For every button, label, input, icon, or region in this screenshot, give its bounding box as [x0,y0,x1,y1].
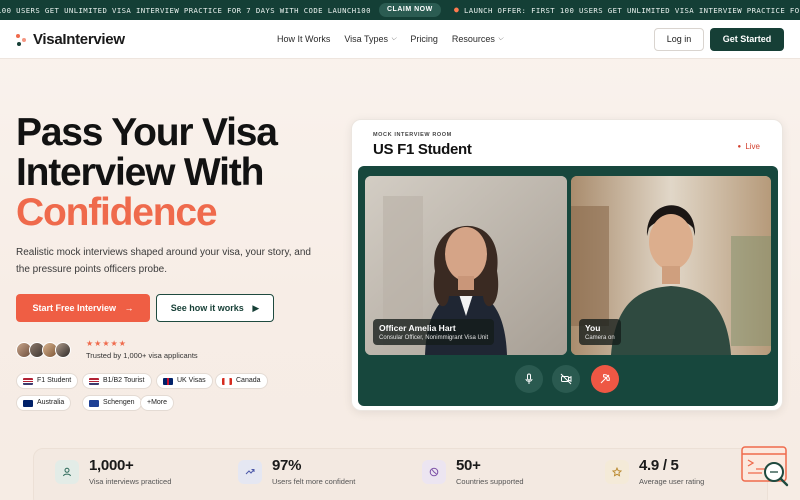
trusted-text: Trusted by 1,000+ visa applicants [86,351,198,360]
logo-text: VisaInterview [33,31,125,48]
officer-video-tile: Officer Amelia Hart Consular Officer, No… [365,176,567,355]
chip-more[interactable]: +More [140,395,175,411]
avatar [55,342,71,358]
nav-visa-types[interactable]: Visa Types ⌵ [344,34,396,44]
camera-toggle-button[interactable] [552,365,580,393]
camera-off-icon [560,373,572,385]
star-icon [605,460,629,484]
rating-stars: ★★★★★ [86,339,127,348]
chip-uk-visas[interactable]: UK Visas [156,373,213,389]
live-label: Live [745,142,760,151]
promo-text-secondary: LAUNCH OFFER: FIRST 100 USERS GET UNLIMI… [464,6,800,15]
nav-resources-label: Resources [451,34,495,44]
officer-name: Officer Amelia Hart [379,323,456,333]
card-title: US F1 Student [373,141,472,158]
nav-visa-types-label: Visa Types [344,34,389,44]
stat-rating: 4.9 / 5 Average user rating [605,457,704,486]
help-widget-button[interactable] [740,445,792,490]
chip-label: Schengen [103,399,135,406]
play-icon: ▶ [252,303,260,313]
nav-how-it-works[interactable]: How It Works [277,34,330,44]
phone-end-icon [600,374,610,384]
chip-label: UK Visas [177,377,206,384]
user-label: You Camera on [579,319,621,345]
start-free-interview-label: Start Free Interview [32,303,116,313]
see-how-label: See how it works [170,303,244,313]
stat-confidence: 97% Users felt more confident [238,457,355,486]
chevron-down-icon: ⌵ [497,35,504,42]
hero-line-3: Confidence [16,191,218,234]
chip-australia[interactable]: Australia [16,395,72,411]
user-video-tile: You Camera on [571,176,771,355]
hero-line-1: Pass Your Visa [16,111,278,154]
hero-heading: Pass Your Visa Interview With Confidence [16,111,278,234]
logo[interactable]: VisaInterview [16,31,125,48]
start-free-interview-button[interactable]: Start Free Interview → [16,294,150,322]
chip-b1b2-tourist[interactable]: B1/B2 Tourist [82,373,152,389]
stat-value: 1,000+ [89,457,134,474]
get-started-button[interactable]: Get Started [710,28,784,51]
user-icon [55,460,79,484]
chip-label: F1 Student [37,377,72,384]
card-eyebrow: MOCK INTERVIEW ROOM [373,132,452,138]
stats-strip: 1,000+ Visa interviews practiced 97% Users… [33,448,768,500]
top-nav: VisaInterview How It Works Visa Types ⌵ P… [0,20,800,59]
eu-flag-icon [89,399,99,407]
search-document-icon [741,446,789,487]
live-dot-icon: ● [737,144,742,150]
canada-flag-icon [222,377,232,385]
user-name: You [585,323,601,333]
officer-label: Officer Amelia Hart Consular Officer, No… [373,319,495,345]
nav-resources[interactable]: Resources ⌵ [452,34,503,44]
trending-up-icon [238,460,262,484]
mock-interview-card: MOCK INTERVIEW ROOM US F1 Student ● Live [351,119,783,411]
australia-flag-icon [23,399,33,407]
stat-value: 97% [272,457,302,474]
video-stage: Officer Amelia Hart Consular Officer, No… [358,166,778,406]
stat-label: Visa interviews practiced [89,477,172,486]
us-flag-icon [89,377,99,385]
bullet-icon: ● [454,5,460,14]
stat-label: Users felt more confident [272,477,356,486]
claim-now-button[interactable]: CLAIM NOW [379,3,441,17]
hero-subtitle: Realistic mock interviews shaped around … [16,247,311,275]
mic-button[interactable] [515,365,543,393]
user-status: Camera on [585,335,615,341]
stat-interviews: 1,000+ Visa interviews practiced [55,457,171,486]
chip-label: B1/B2 Tourist [103,377,145,384]
stat-value: 4.9 / 5 [639,457,679,474]
nav-pricing[interactable]: Pricing [410,34,438,44]
chip-schengen[interactable]: Schengen [82,395,142,411]
nav-links: How It Works Visa Types ⌵ Pricing Resourc… [277,34,517,44]
chip-canada[interactable]: Canada [215,373,268,389]
promo-banner: 100 USERS GET UNLIMITED VISA INTERVIEW P… [0,0,800,20]
uk-flag-icon [163,377,173,385]
avatar-group [16,342,71,358]
us-flag-icon [23,377,33,385]
chip-label: Canada [236,377,261,384]
live-indicator: ● Live [737,142,760,151]
chip-f1-student[interactable]: F1 Student [16,373,79,389]
stat-label: Average user rating [639,477,705,486]
end-call-button[interactable] [591,365,619,393]
stat-value: 50+ [456,457,481,474]
arrow-right-icon: → [124,303,134,313]
chevron-down-icon: ⌵ [391,35,397,42]
chip-label: Australia [37,399,65,406]
promo-text: 100 USERS GET UNLIMITED VISA INTERVIEW P… [0,6,371,15]
stat-countries: 50+ Countries supported [422,457,524,486]
microphone-icon [525,373,533,384]
logo-icon [16,33,28,47]
see-how-it-works-button[interactable]: See how it works ▶ [156,294,274,322]
officer-role: Consular Officer, Nonimmigrant Visa Unit [379,335,489,341]
hero-line-2: Interview With [16,151,264,194]
stat-label: Countries supported [456,477,524,486]
globe-icon [422,460,446,484]
login-button[interactable]: Log in [654,28,704,51]
